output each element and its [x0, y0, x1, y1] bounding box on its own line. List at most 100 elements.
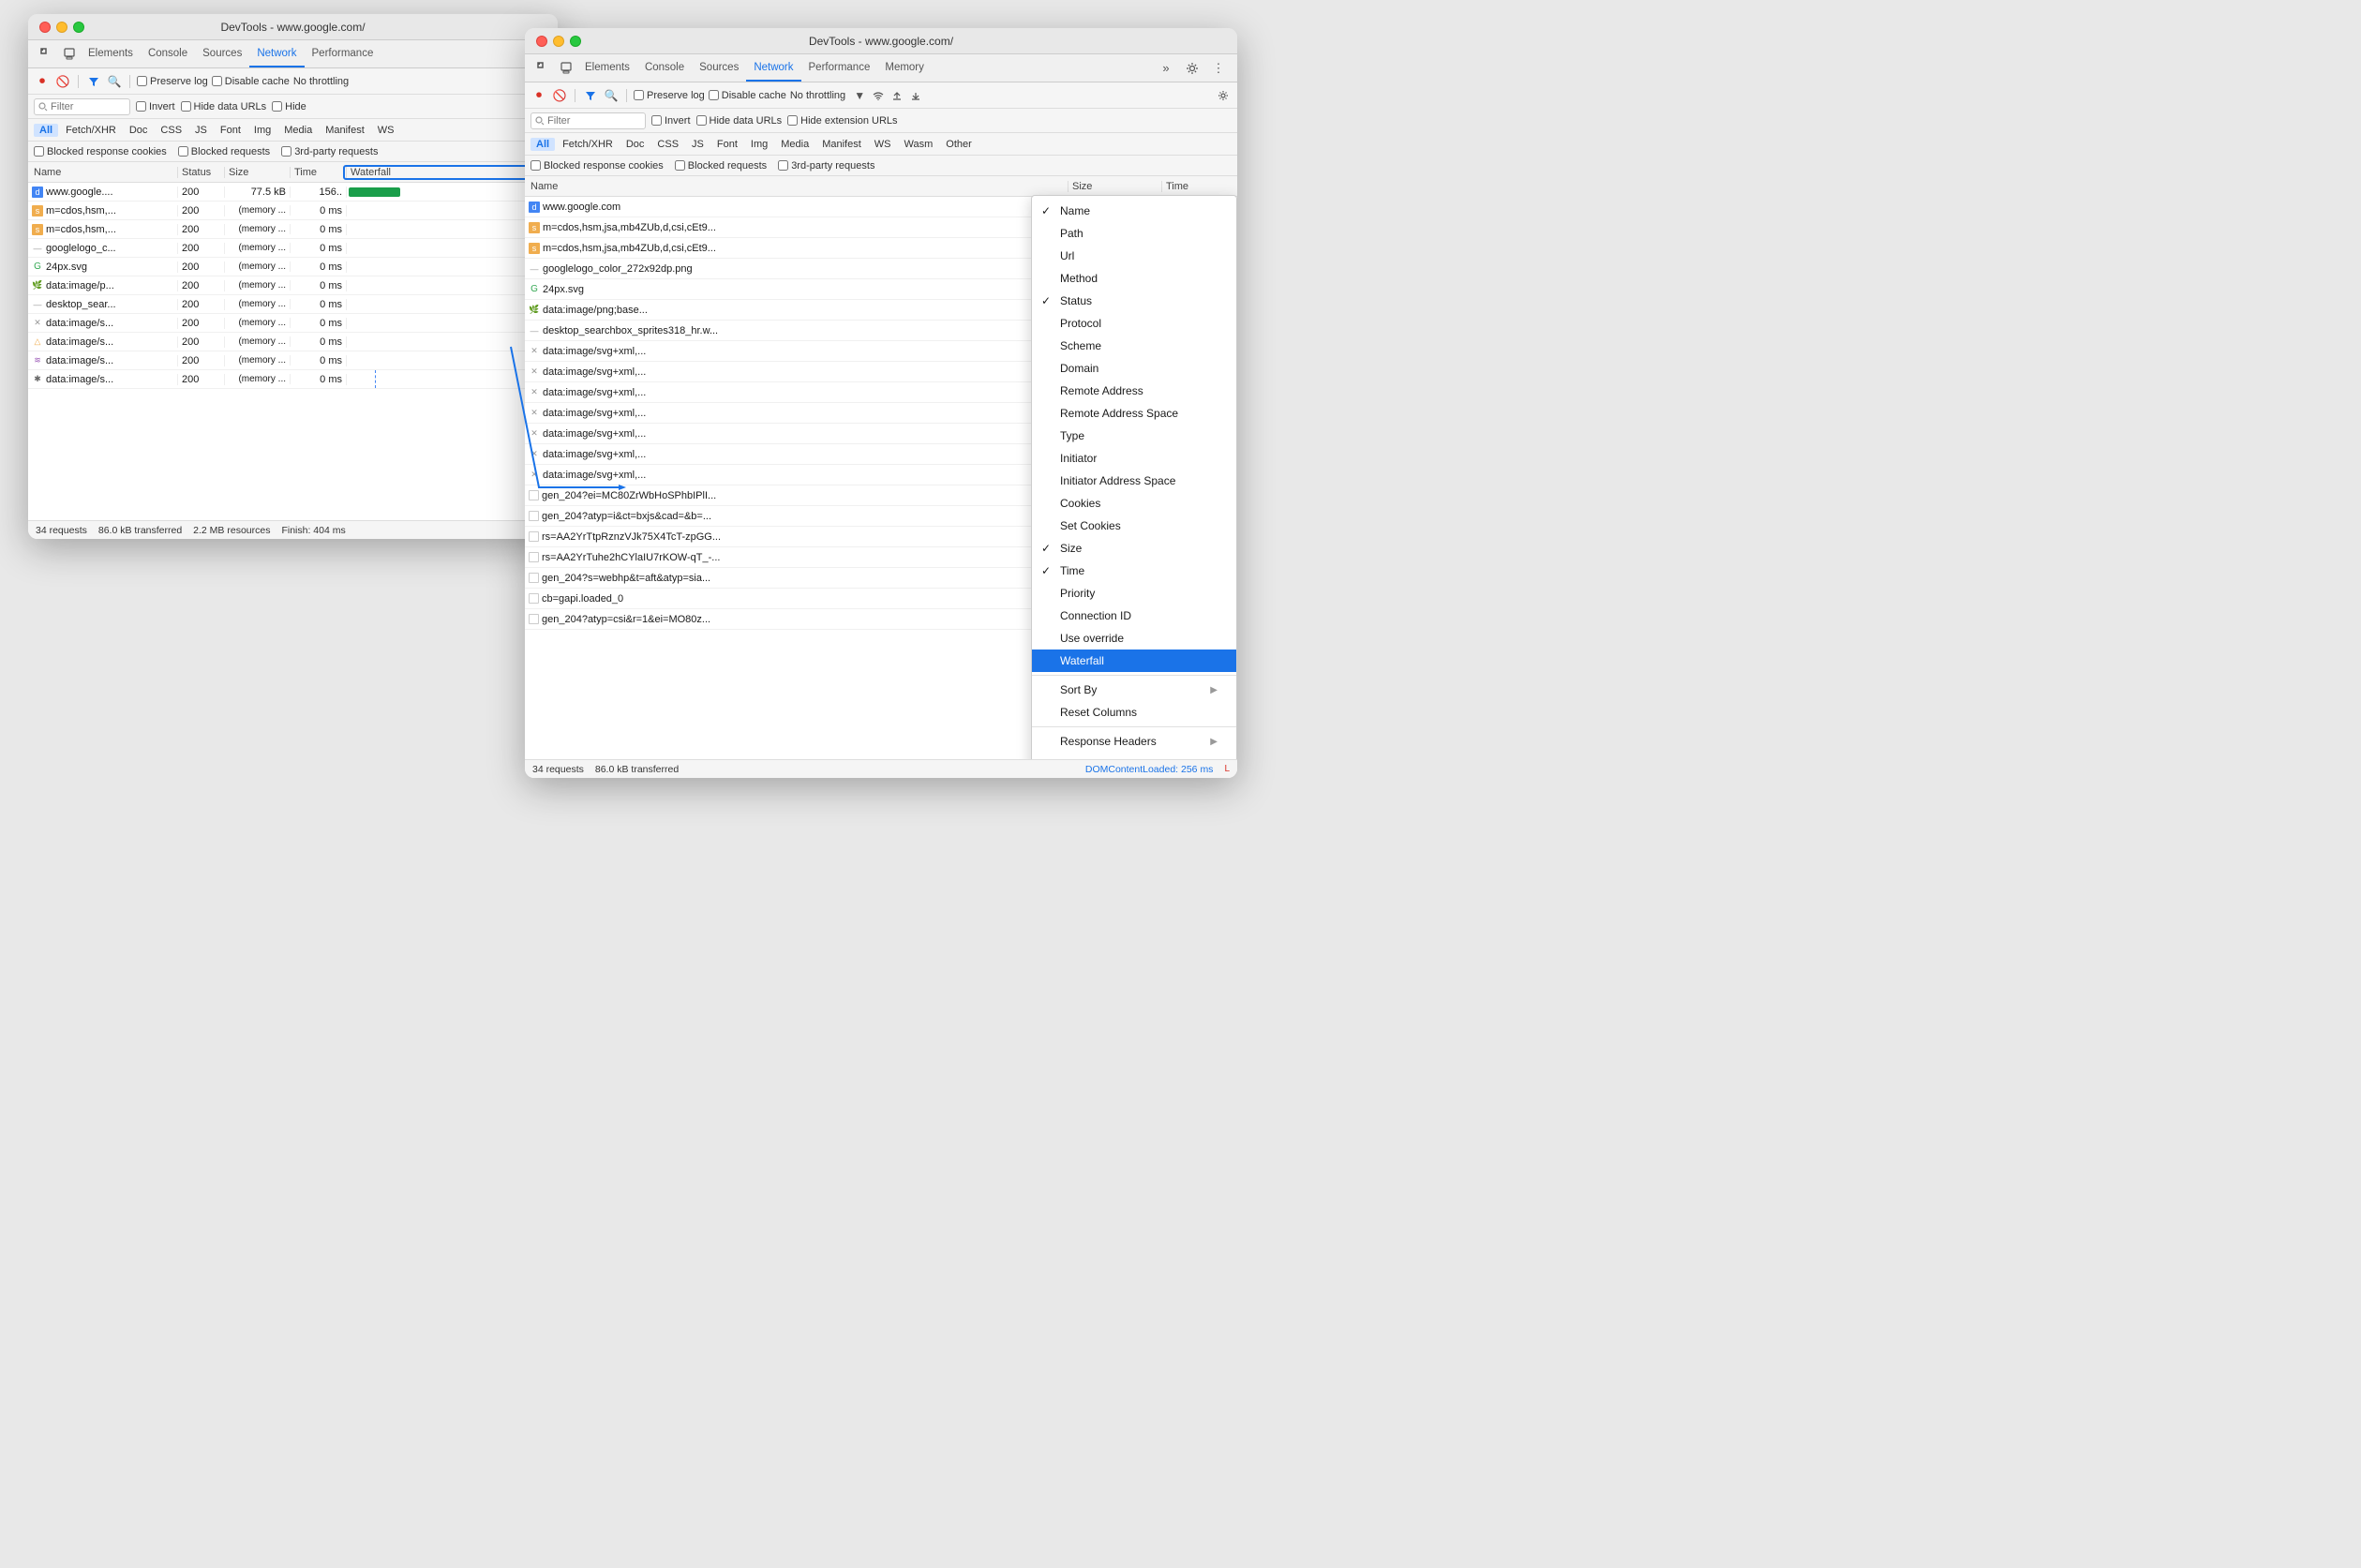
invert-check-lg[interactable]: Invert	[651, 115, 691, 127]
blocked-cookies-check[interactable]: Blocked response cookies	[34, 146, 167, 157]
clear-button-lg[interactable]: 🚫	[551, 87, 568, 104]
menu-item-remote-address-space[interactable]: Remote Address Space	[1032, 402, 1236, 425]
devtools-window-small[interactable]: DevTools - www.google.com/ Elements Cons…	[28, 14, 558, 539]
close-button-large[interactable]	[536, 36, 547, 47]
menu-item-use-override[interactable]: Use override	[1032, 627, 1236, 650]
table-row[interactable]: — desktop_sear... 200 (memory ... 0 ms	[28, 295, 558, 314]
search-icon[interactable]: 🔍	[106, 73, 123, 90]
disable-cache-check-lg[interactable]: Disable cache	[709, 90, 786, 101]
menu-item-set-cookies[interactable]: Set Cookies	[1032, 515, 1236, 537]
filter-input-wrap[interactable]	[34, 98, 130, 115]
table-row[interactable]: △ data:image/s... 200 (memory ... 0 ms	[28, 333, 558, 351]
preserve-log-check[interactable]: Preserve log	[137, 76, 208, 87]
filter-input-lg[interactable]	[547, 115, 641, 127]
th-time[interactable]: Time	[291, 167, 347, 178]
device-icon[interactable]	[58, 43, 81, 66]
blocked-requests-check-lg[interactable]: Blocked requests	[675, 160, 767, 172]
tab-network-lg[interactable]: Network	[746, 54, 800, 82]
type-btn-font[interactable]: Font	[215, 124, 247, 137]
menu-item-type[interactable]: Type	[1032, 425, 1236, 447]
devtools-window-large[interactable]: DevTools - www.google.com/ Elements Cons…	[525, 28, 1237, 778]
table-row[interactable]: — googlelogo_c... 200 (memory ... 0 ms	[28, 239, 558, 258]
menu-item-initiator[interactable]: Initiator	[1032, 447, 1236, 470]
blocked-3rd-check-lg[interactable]: 3rd-party requests	[778, 160, 874, 172]
disable-cache-check[interactable]: Disable cache	[212, 76, 290, 87]
type-btn-all-lg[interactable]: All	[530, 138, 555, 151]
th-size[interactable]: Size	[225, 167, 291, 178]
no-throttling-lg[interactable]: No throttling	[790, 90, 845, 101]
table-row[interactable]: G 24px.svg 200 (memory ... 0 ms	[28, 258, 558, 276]
network-settings-icon[interactable]	[1215, 87, 1232, 104]
minimize-button-large[interactable]	[553, 36, 564, 47]
table-row[interactable]: s m=cdos,hsm,... 200 (memory ... 0 ms	[28, 202, 558, 220]
menu-item-size[interactable]: ✓ Size	[1032, 537, 1236, 560]
type-btn-manifest-lg[interactable]: Manifest	[816, 138, 867, 151]
menu-item-initiator-address-space[interactable]: Initiator Address Space	[1032, 470, 1236, 492]
hide-ext-check-lg[interactable]: Hide extension URLs	[787, 115, 897, 127]
maximize-button-large[interactable]	[570, 36, 581, 47]
no-throttling-text[interactable]: No throttling	[293, 76, 349, 87]
settings-icon[interactable]	[1181, 57, 1203, 80]
type-btn-manifest[interactable]: Manifest	[320, 124, 370, 137]
th-time-lg[interactable]: Time	[1162, 181, 1237, 192]
menu-item-reset-columns[interactable]: Reset Columns	[1032, 701, 1236, 724]
upload-icon[interactable]	[889, 87, 905, 104]
type-btn-css-lg[interactable]: CSS	[651, 138, 684, 151]
type-btn-ws[interactable]: WS	[372, 124, 400, 137]
more-tabs-icon-lg[interactable]: »	[1155, 57, 1177, 80]
throttle-dropdown-icon[interactable]: ▼	[851, 87, 868, 104]
th-size-lg[interactable]: Size	[1068, 181, 1162, 192]
table-row[interactable]: d www.google.... 200 77.5 kB 156..	[28, 183, 558, 202]
table-row[interactable]: s m=cdos,hsm,... 200 (memory ... 0 ms	[28, 220, 558, 239]
traffic-lights-large[interactable]	[536, 36, 581, 47]
menu-item-time[interactable]: ✓ Time	[1032, 560, 1236, 582]
tab-network[interactable]: Network	[249, 40, 304, 67]
table-row[interactable]: ✕ data:image/s... 200 (memory ... 0 ms	[28, 314, 558, 333]
menu-item-protocol[interactable]: Protocol	[1032, 312, 1236, 335]
blocked-cookies-check-lg[interactable]: Blocked response cookies	[530, 160, 664, 172]
table-rows-small[interactable]: d www.google.... 200 77.5 kB 156.. s m=c…	[28, 183, 558, 520]
tab-performance-lg[interactable]: Performance	[801, 54, 878, 82]
menu-item-method[interactable]: Method	[1032, 267, 1236, 290]
record-button-lg[interactable]: ⏺	[530, 87, 547, 104]
close-button-small[interactable]	[39, 22, 51, 33]
menu-item-url[interactable]: Url	[1032, 245, 1236, 267]
disable-cache-input-lg[interactable]	[709, 90, 719, 100]
type-btn-media[interactable]: Media	[278, 124, 318, 137]
type-btn-doc[interactable]: Doc	[124, 124, 154, 137]
record-button[interactable]: ⏺	[34, 73, 51, 90]
tab-performance[interactable]: Performance	[305, 40, 381, 67]
tab-sources[interactable]: Sources	[195, 40, 249, 67]
menu-item-scheme[interactable]: Scheme	[1032, 335, 1236, 357]
clear-button[interactable]: 🚫	[54, 73, 71, 90]
hide-data-check-lg[interactable]: Hide data URLs	[696, 115, 783, 127]
disable-cache-input[interactable]	[212, 76, 222, 86]
type-btn-css[interactable]: CSS	[155, 124, 187, 137]
preserve-log-check-lg[interactable]: Preserve log	[634, 90, 705, 101]
type-btn-fetch[interactable]: Fetch/XHR	[60, 124, 122, 137]
menu-item-path[interactable]: Path	[1032, 222, 1236, 245]
menu-item-connection-id[interactable]: Connection ID	[1032, 605, 1236, 627]
table-row[interactable]: ≋ data:image/s... 200 (memory ... 0 ms	[28, 351, 558, 370]
blocked-requests-check[interactable]: Blocked requests	[178, 146, 270, 157]
tab-sources-lg[interactable]: Sources	[692, 54, 746, 82]
filter-input-wrap-lg[interactable]	[530, 112, 646, 129]
type-btn-media-lg[interactable]: Media	[775, 138, 814, 151]
type-btn-fetch-lg[interactable]: Fetch/XHR	[557, 138, 619, 151]
tab-console[interactable]: Console	[141, 40, 195, 67]
preserve-log-input-lg[interactable]	[634, 90, 644, 100]
th-name-lg[interactable]: Name	[525, 181, 1068, 192]
table-row[interactable]: ✱ data:image/s... 200 (memory ... 0 ms	[28, 370, 558, 389]
type-btn-img[interactable]: Img	[248, 124, 276, 137]
blocked-3rd-check[interactable]: 3rd-party requests	[281, 146, 378, 157]
filter-icon[interactable]	[85, 73, 102, 90]
tab-elements[interactable]: Elements	[81, 40, 141, 67]
type-btn-js-lg[interactable]: JS	[686, 138, 710, 151]
wifi-icon[interactable]	[870, 87, 887, 104]
type-btn-ws-lg[interactable]: WS	[869, 138, 897, 151]
device-icon-lg[interactable]	[555, 57, 577, 80]
menu-item-sort-by[interactable]: Sort By ▶	[1032, 679, 1236, 701]
search-icon-lg[interactable]: 🔍	[603, 87, 620, 104]
filter-input[interactable]	[51, 101, 126, 112]
table-row[interactable]: 🌿 data:image/p... 200 (memory ... 0 ms	[28, 276, 558, 295]
